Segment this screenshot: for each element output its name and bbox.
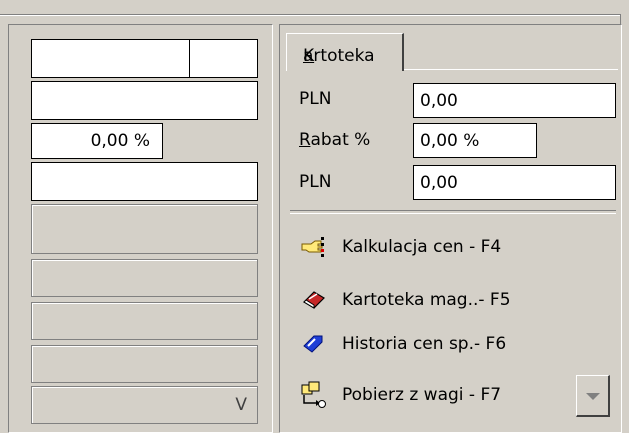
action-kartoteka-mag[interactable]: Kartoteka mag..- F5	[300, 283, 511, 317]
pln-input-1[interactable]: 0,00	[413, 83, 616, 118]
action-kalkulacja-cen-label: Kalkulacja cen - F4	[342, 237, 502, 257]
row-2-label: Rabat %	[299, 130, 370, 150]
pln-input-2-value: 0,00	[420, 172, 458, 193]
tab-label-rest: artoteka	[303, 46, 375, 66]
disabled-field-3	[31, 302, 258, 340]
disabled-field-2	[31, 259, 258, 297]
rabat-mnemonic: R	[299, 130, 311, 150]
action-kalkulacja-cen[interactable]: Kalkulacja cen - F4	[300, 230, 501, 264]
rabat-input[interactable]: 0,00 %	[413, 123, 537, 158]
eraser-icon	[300, 288, 328, 312]
chevron-down-icon	[586, 393, 600, 400]
pln-input-1-value: 0,00	[420, 90, 458, 111]
section-separator	[290, 210, 616, 214]
tab-kartoteka[interactable]: Kartoteka	[286, 33, 404, 71]
text-field-4[interactable]	[31, 162, 258, 201]
disabled-field-5: V	[31, 386, 258, 424]
row-3-label: PLN	[299, 172, 332, 192]
action-kartoteka-mag-label: Kartoteka mag..- F5	[342, 290, 511, 310]
action-historia-cen-label: Historia cen sp.- F6	[342, 334, 507, 354]
disabled-field-4	[31, 345, 258, 383]
percent-field[interactable]: 0,00 %	[31, 123, 163, 159]
action-pobierz-z-wagi[interactable]: Pobierz z wagi - F7	[300, 378, 501, 412]
action-historia-cen[interactable]: Historia cen sp.- F6	[300, 327, 506, 361]
split-field-divider	[189, 40, 190, 77]
hand-pointer-icon	[300, 235, 328, 259]
row-1-label: PLN	[299, 89, 332, 109]
split-field[interactable]	[31, 39, 258, 78]
text-field-2[interactable]	[31, 81, 258, 120]
pln-input-2[interactable]: 0,00	[413, 165, 616, 200]
disabled-field-1	[31, 204, 258, 254]
rabat-input-value: 0,00 %	[420, 130, 480, 151]
rabat-label-rest: abat %	[310, 130, 371, 150]
title-strip	[0, 0, 629, 14]
percent-field-value: 0,00 %	[90, 131, 150, 151]
tab-strip-line	[404, 69, 618, 70]
action-pobierz-z-wagi-label: Pobierz z wagi - F7	[342, 385, 502, 405]
top-divider-highlight	[0, 15, 629, 16]
dropdown-arrow-button[interactable]	[576, 375, 610, 417]
tag-icon	[300, 332, 328, 356]
disabled-field-5-value: V	[235, 395, 247, 415]
scale-import-icon	[300, 381, 328, 408]
